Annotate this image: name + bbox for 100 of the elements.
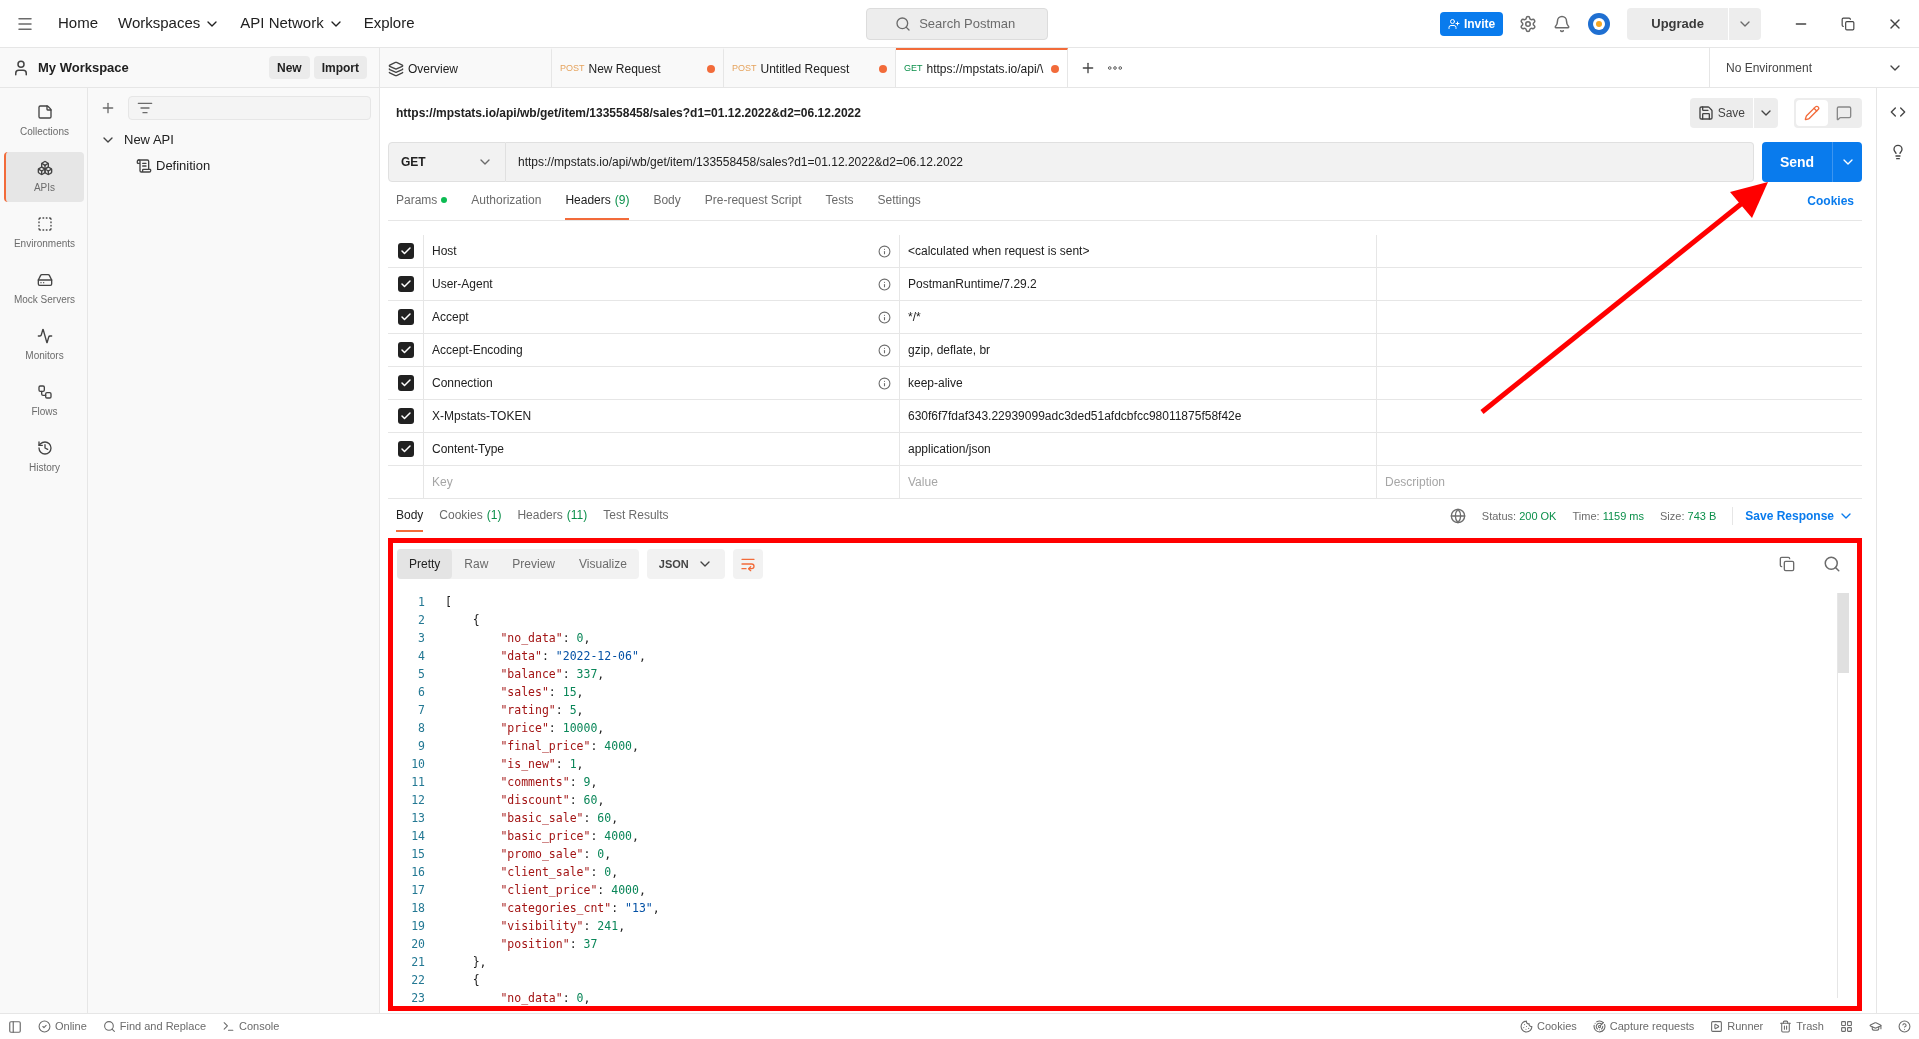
request-option-tab[interactable]: Pre-request Script <box>704 182 802 220</box>
invite-button[interactable]: Invite <box>1439 11 1504 36</box>
code-icon[interactable] <box>1890 104 1906 120</box>
info-icon[interactable] <box>878 310 891 324</box>
nav-link[interactable]: Workspaces <box>118 12 221 35</box>
code-line: "visibility": 241, <box>499 918 626 935</box>
method-label: POST <box>732 61 757 75</box>
search-field[interactable]: Search Postman <box>866 7 1049 40</box>
settings-icon[interactable] <box>1519 14 1538 33</box>
line-number: 9 <box>417 738 425 755</box>
filter-field[interactable] <box>128 96 371 120</box>
request-tab[interactable]: Overview <box>380 48 552 87</box>
request-option-tab[interactable]: Params <box>396 182 448 220</box>
info-icon[interactable] <box>878 277 891 291</box>
cookies-link[interactable]: Cookies <box>1807 192 1854 210</box>
checkbox[interactable] <box>397 276 414 292</box>
save-button[interactable]: Save <box>1689 98 1778 128</box>
info-icon[interactable] <box>878 244 891 258</box>
checkbox[interactable] <box>397 408 414 424</box>
workspace-button[interactable]: Import <box>313 56 367 79</box>
method-label: POST <box>560 61 585 75</box>
view-tab[interactable]: Preview <box>500 549 568 579</box>
user-icon <box>12 58 30 77</box>
notifications-icon[interactable] <box>1553 14 1572 33</box>
workspace-button[interactable]: New <box>268 56 310 79</box>
help-icon[interactable] <box>1898 1020 1911 1033</box>
response-tab[interactable]: Body <box>396 500 424 532</box>
checkbox[interactable] <box>397 243 414 259</box>
status-bar-item[interactable]: Runner <box>1710 1018 1764 1035</box>
request-option-tab[interactable]: Headers (9) <box>565 182 630 220</box>
restore-icon[interactable] <box>1841 16 1855 31</box>
header-key: User-Agent <box>432 275 493 293</box>
more-icon[interactable] <box>1108 65 1122 70</box>
response-stat: Size: 743 B <box>1660 508 1717 524</box>
add-icon[interactable] <box>100 100 116 116</box>
network-icon[interactable] <box>1449 508 1466 524</box>
format-select[interactable]: JSON <box>646 549 725 579</box>
status-bar-item[interactable]: Cookies <box>1520 1018 1577 1035</box>
checkbox[interactable] <box>397 375 414 391</box>
response-stat: Status: 200 OK <box>1481 508 1557 524</box>
send-button[interactable]: Send <box>1762 142 1862 182</box>
status-bar-item[interactable]: Online <box>38 1018 87 1035</box>
status-bar-item[interactable]: Trash <box>1779 1018 1824 1035</box>
sidebar-item[interactable]: Environments <box>3 208 84 258</box>
layout-icon[interactable] <box>1840 1020 1853 1033</box>
sidebar-item[interactable]: Flows <box>3 376 84 426</box>
view-tab[interactable]: Pretty <box>397 549 453 579</box>
request-tab[interactable]: POST Untitled Request <box>724 48 896 87</box>
code-line: "promo_sale": 0, <box>499 846 612 863</box>
tree-item[interactable]: New API <box>96 128 371 152</box>
sidebar-item[interactable]: Collections <box>3 96 84 146</box>
code-line: "no_data": 0, <box>499 630 591 647</box>
status-bar-item[interactable]: Console <box>222 1018 280 1035</box>
status-bar-item[interactable]: Find and Replace <box>102 1018 207 1035</box>
learning-icon[interactable] <box>1869 1020 1882 1033</box>
request-tab[interactable]: GET https://mpstats.io/api/\ <box>896 48 1068 87</box>
status-icon <box>1710 1020 1724 1033</box>
sidebar-item[interactable]: APIs <box>3 152 84 202</box>
nav-link[interactable]: Explore <box>363 12 415 35</box>
status-icon <box>1592 1020 1606 1033</box>
search-icon[interactable] <box>1823 555 1841 573</box>
line-number: 11 <box>410 774 425 791</box>
sidebar-item[interactable]: Monitors <box>3 320 84 370</box>
view-tab[interactable]: Visualize <box>567 549 639 579</box>
edit-button[interactable] <box>1796 100 1828 126</box>
copy-icon[interactable] <box>1779 556 1795 572</box>
request-option-tab[interactable]: Authorization <box>471 182 542 220</box>
nav-link[interactable]: API Network <box>240 12 344 35</box>
tree-item[interactable]: Definition <box>96 152 371 180</box>
method-select[interactable]: GET <box>388 142 506 182</box>
sidebar-item[interactable]: Mock Servers <box>3 264 84 314</box>
upgrade-button[interactable]: Upgrade <box>1627 7 1761 40</box>
info-icon[interactable] <box>878 343 891 357</box>
sidebar-toggle-icon[interactable] <box>8 1019 22 1034</box>
checkbox[interactable] <box>397 342 414 358</box>
sidebar-icon <box>36 327 53 344</box>
nav-link[interactable]: Home <box>58 12 98 35</box>
search-input[interactable]: Search Postman <box>919 13 1020 34</box>
environment-select[interactable]: No Environment <box>1709 48 1919 87</box>
info-icon[interactable] <box>878 376 891 390</box>
line-number: 19 <box>410 918 425 935</box>
request-option-tab[interactable]: Settings <box>877 182 921 220</box>
checkbox[interactable] <box>397 309 414 325</box>
view-tab[interactable]: Raw <box>452 549 501 579</box>
status-bar-item[interactable]: Capture requests <box>1592 1018 1695 1035</box>
wrap-button[interactable] <box>732 549 763 579</box>
avatar-icon[interactable] <box>1587 11 1612 36</box>
request-option-tab[interactable]: Tests <box>825 182 854 220</box>
checkbox[interactable] <box>397 441 414 457</box>
request-tab[interactable]: POST New Request <box>552 48 724 87</box>
request-option-tab[interactable]: Body <box>653 182 681 220</box>
line-number: 10 <box>410 756 425 773</box>
response-tab[interactable]: Headers (11) <box>517 500 588 532</box>
save-response-button[interactable]: Save Response <box>1732 507 1854 525</box>
header-key: X-Mpstats-TOKEN <box>432 407 532 425</box>
lightbulb-icon[interactable] <box>1890 144 1906 160</box>
url-field[interactable]: https://mpstats.io/api/wb/get/item/133558458/sales?d1=01.12.2022&d2=06.12.2022 <box>506 142 1754 182</box>
response-tab[interactable]: Cookies (1) <box>439 500 502 532</box>
sidebar-item[interactable]: History <box>3 432 84 482</box>
response-tab[interactable]: Test Results <box>603 500 669 532</box>
